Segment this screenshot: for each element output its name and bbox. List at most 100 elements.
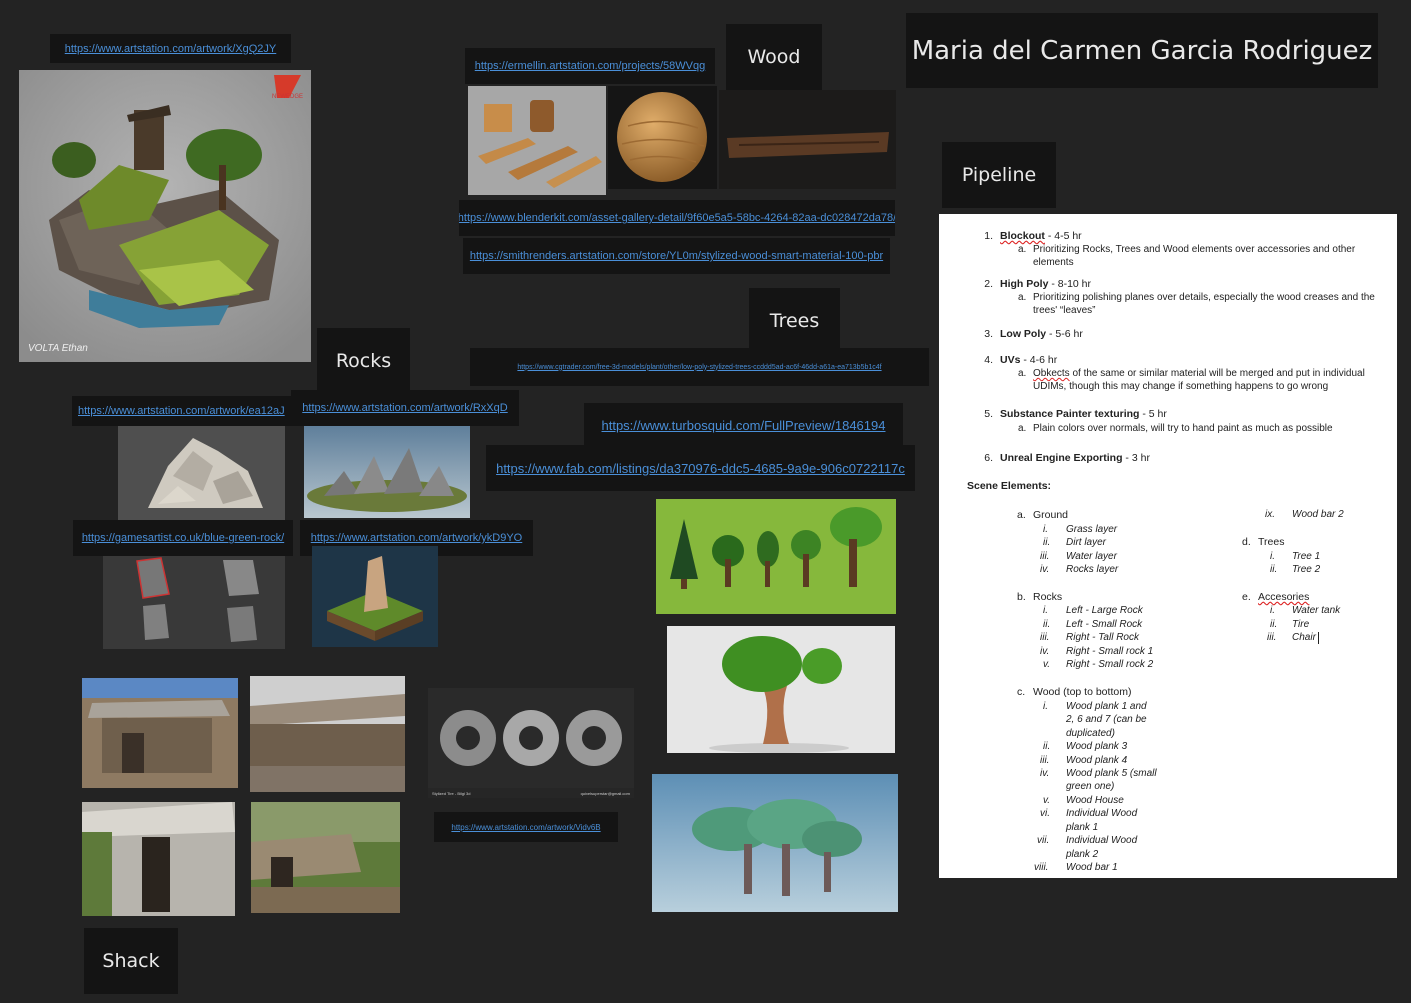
link-fab[interactable]: https://www.fab.com/listings/da370976-dd… [486,445,915,491]
step-6-number: 6. [984,452,993,464]
step-2-line: High Poly - 8-10 hr [1000,278,1092,290]
wood-item-numeral: ii. [1043,741,1051,752]
ground-item-text: Grass layer [1066,524,1118,535]
wood-item-text: plank 2 [1066,849,1099,860]
stylized-tree-drawing [667,626,895,753]
step-2-sub-letter: a. [1018,292,1027,303]
wood-board-drawing [719,90,896,189]
wood-item-text: Wood bar 1 [1066,862,1118,873]
step-4-number: 4. [984,354,993,366]
step-1-sub-line-2: elements [1033,257,1074,268]
board-title: Maria del Carmen Garcia Rodriguez [906,13,1378,88]
step-5-sub-line-1: Plain colors over normals, will try to h… [1033,423,1333,434]
wood-item-numeral: iv. [1040,768,1050,779]
wood-item-numeral: iii. [1040,755,1050,766]
image-rock-field [304,426,470,518]
step-1-sub-letter: a. [1018,244,1027,255]
accesories-letter: e. [1242,591,1251,603]
step-5-number: 5. [984,408,993,420]
accesories-item-text: Water tank [1292,605,1341,616]
wood-item-numeral: vii. [1037,835,1050,846]
rocks-item-text: Right - Small rock 1 [1066,646,1154,657]
step-4-sub-letter: a. [1018,368,1027,379]
section-label-wood: Wood [726,24,822,90]
ground-letter: a. [1017,509,1026,521]
image-lowpoly-trees [656,499,896,614]
image-shack-4 [251,802,400,913]
accesories-item-text: Tire [1292,619,1310,630]
shack-1-drawing [82,678,238,788]
rocks-item-numeral: ii. [1043,619,1051,630]
scene-elements-heading: Scene Elements: [967,480,1052,492]
wood-item-text: Wood House [1066,795,1124,806]
step-4-sub-line-1: Obkects of the same or similar material … [1033,368,1365,379]
ground-item-text: Water layer [1066,551,1117,562]
ground-heading: Ground [1033,509,1069,521]
rocks-item-text: Right - Tall Rock [1066,632,1139,643]
trees-heading: Trees [1258,536,1285,548]
wood-item-text: plank 1 [1066,822,1099,833]
wood-item-text: Wood plank 1 and [1066,701,1147,712]
step-2-sub-line-1: Prioritizing polishing planes over detai… [1033,292,1375,303]
image-tires: Stylized Tire - Bilgi 3d quixelsuperstar… [428,688,634,798]
rocks-item-text: Left - Large Rock [1066,605,1143,616]
link-ermellin-artstation[interactable]: https://ermellin.artstation.com/projects… [465,48,715,84]
image-rock-tile [312,546,438,647]
accesories-item-numeral: i. [1270,605,1275,616]
ground-item-numeral: iv. [1040,564,1050,575]
step-2-number: 2. [984,278,993,290]
section-label-shack: Shack [84,928,178,994]
rocks-letter: b. [1017,591,1026,603]
wood-sphere-drawing [617,92,707,182]
shack-2-drawing [250,676,405,792]
step-4-sub-line-2: UDIMs, though this may change if somethi… [1033,381,1329,392]
wood-item-text: Individual Wood [1066,835,1138,846]
step-1-sub-line-1: Prioritizing Rocks, Trees and Wood eleme… [1033,244,1356,255]
ground-item-text: Dirt layer [1066,537,1107,548]
rock-tile-drawing [312,546,438,647]
link-cgtrader[interactable]: https://www.cgtrader.com/free-3d-models/… [470,348,929,386]
image-tree-cluster [652,774,898,912]
tire-caption-right: quixelsuperstar@gmail.com [580,791,630,796]
wood-heading: Wood (top to bottom) [1033,686,1132,698]
image-wood-sphere [608,86,717,189]
link-artstation-xgq2jy[interactable]: https://www.artstation.com/artwork/XgQ2J… [50,34,291,63]
step-2-sub-line-2: trees' “leaves” [1033,305,1096,316]
rocks-item-text: Right - Small rock 2 [1066,659,1154,670]
link-blenderkit[interactable]: https://www.blenderkit.com/asset-gallery… [459,200,895,236]
rocks-item-numeral: v. [1043,659,1051,670]
wood-item-text: Wood plank 4 [1066,755,1128,766]
rock-field-drawing [304,426,470,518]
step-3-line: Low Poly - 5-6 hr [1000,328,1083,340]
trees-item-text: Tree 2 [1292,564,1321,575]
link-artstation-ea12aj[interactable]: https://www.artstation.com/artwork/ea12a… [72,396,292,426]
wood-item-text: Wood plank 5 (small [1066,768,1157,779]
image-stylized-tree [667,626,895,753]
trees-item-numeral: i. [1270,551,1275,562]
image-island-diorama: NEWEDGE VOLTA Ethan [19,70,311,362]
image-shack-3 [82,802,235,916]
link-turbosquid[interactable]: https://www.turbosquid.com/FullPreview/1… [584,403,903,448]
link-gamesartist[interactable]: https://gamesartist.co.uk/blue-green-roc… [73,520,293,556]
pipeline-document[interactable]: 1. Blockout - 4-5 hr a. Prioritizing Roc… [939,214,1397,878]
volta-ethan-caption: VOLTA Ethan [28,343,88,354]
ground-item-numeral: i. [1043,524,1048,535]
wood-item-text: Individual Wood [1066,808,1138,819]
link-artstation-vidv6b[interactable]: https://www.artstation.com/artwork/Vidv6… [434,812,618,842]
wood-item-numeral: ix. [1265,509,1275,520]
shack-3-drawing [82,802,235,916]
tires-drawing [428,688,634,788]
wood-planks-drawing [468,86,606,195]
section-label-rocks: Rocks [317,328,410,394]
link-smithrenders[interactable]: https://smithrenders.artstation.com/stor… [463,238,890,274]
link-artstation-rxxqd[interactable]: https://www.artstation.com/artwork/RxXqD [291,390,519,426]
rocks-item-text: Left - Small Rock [1066,619,1143,630]
step-4-line: UVs - 4-6 hr [1000,354,1058,366]
image-wood-planks [468,86,606,195]
island-diorama-drawing [19,70,311,362]
rock-pile-drawing [118,426,285,520]
wood-item-numeral: vi. [1040,808,1050,819]
image-wood-board [719,90,896,189]
wood-item-numeral: viii. [1034,862,1049,873]
ground-item-numeral: iii. [1040,551,1050,562]
